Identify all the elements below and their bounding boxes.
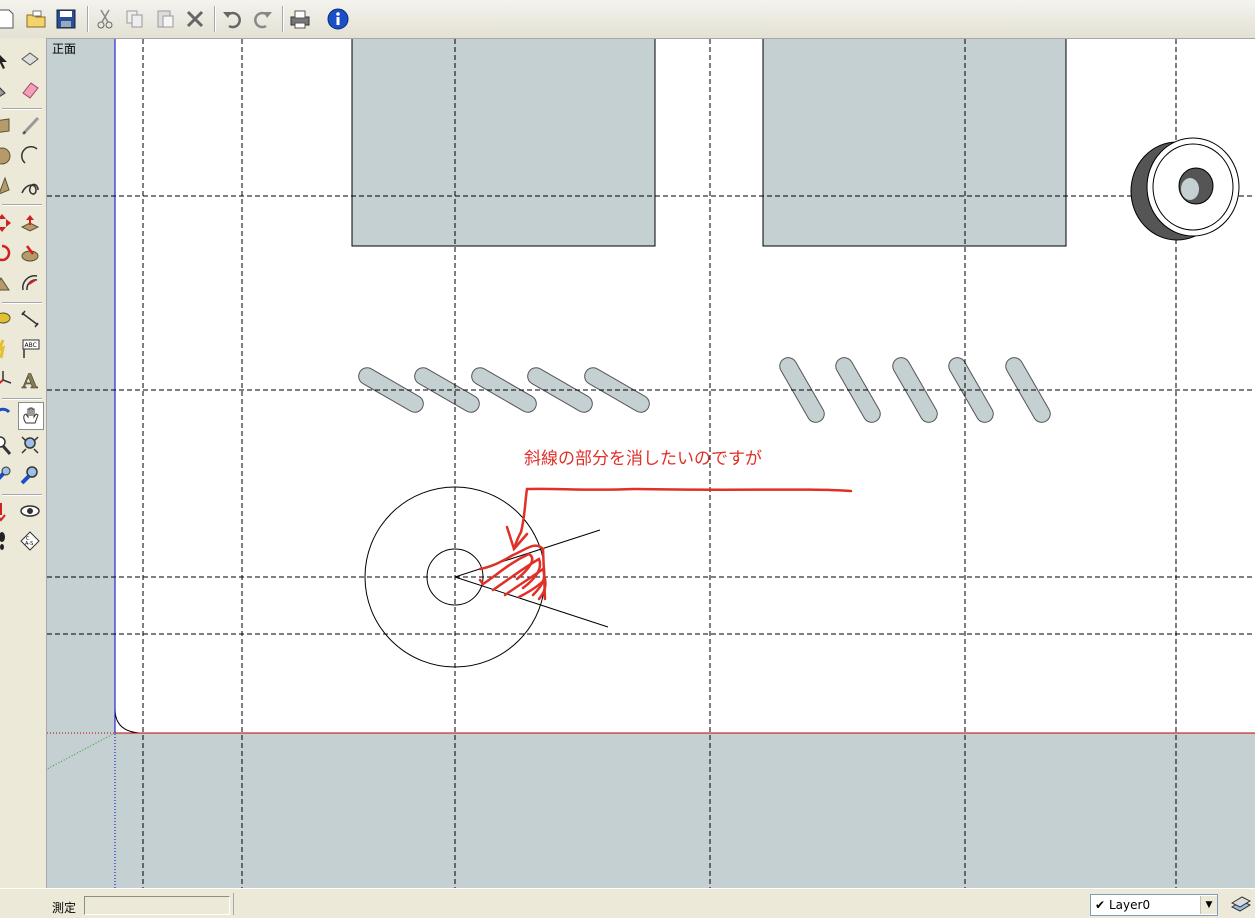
info-icon[interactable] bbox=[326, 7, 350, 31]
zoom-window-icon[interactable] bbox=[18, 432, 42, 458]
save-icon[interactable] bbox=[54, 7, 78, 31]
undo-icon[interactable] bbox=[220, 7, 244, 31]
offset-icon[interactable] bbox=[18, 270, 42, 296]
polygon-icon[interactable] bbox=[0, 173, 14, 199]
tools-toolbar: ABC A C A-S bbox=[0, 38, 47, 888]
status-divider bbox=[233, 893, 234, 915]
copy-icon[interactable] bbox=[123, 7, 147, 31]
drawing-viewport[interactable]: 正面 斜線の部分を消したいのですが bbox=[47, 39, 1255, 888]
arc-icon[interactable] bbox=[18, 143, 42, 169]
red-arrow bbox=[505, 487, 853, 552]
view-name-label: 正面 bbox=[52, 42, 77, 56]
toolbar-separator bbox=[282, 6, 284, 32]
layer-name: Layer0 bbox=[1109, 898, 1151, 912]
rectangle-icon[interactable] bbox=[0, 113, 14, 139]
layer-manager-icon[interactable] bbox=[1228, 893, 1252, 915]
status-bar: 測定 ✔ Layer0 ▼ bbox=[0, 888, 1255, 916]
svg-text:A: A bbox=[21, 369, 38, 390]
circle-icon[interactable] bbox=[0, 143, 14, 169]
select-icon[interactable] bbox=[0, 47, 14, 73]
toolbar-separator bbox=[2, 398, 42, 400]
tape-measure-icon[interactable] bbox=[0, 306, 14, 332]
line-icon[interactable] bbox=[18, 113, 42, 139]
scale-icon[interactable] bbox=[0, 270, 14, 296]
layer-dropdown[interactable]: ✔ Layer0 ▼ bbox=[1090, 894, 1218, 916]
follow-me-icon[interactable] bbox=[18, 240, 42, 266]
red-hatching bbox=[478, 544, 547, 601]
svg-text:ABC: ABC bbox=[25, 342, 37, 349]
walk-icon[interactable] bbox=[0, 528, 14, 554]
3d-text-icon[interactable]: A bbox=[18, 366, 42, 392]
toolbar-separator bbox=[2, 108, 42, 110]
toolbar-separator bbox=[2, 302, 42, 304]
paste-icon[interactable] bbox=[153, 7, 177, 31]
axes-icon[interactable] bbox=[0, 366, 14, 392]
protractor-icon[interactable] bbox=[0, 336, 14, 362]
previous-view-icon[interactable] bbox=[18, 462, 42, 488]
toolbar-separator bbox=[2, 494, 42, 496]
freehand-icon[interactable] bbox=[18, 173, 42, 199]
print-icon[interactable] bbox=[288, 7, 312, 31]
pan-icon[interactable] bbox=[18, 402, 44, 430]
open-folder-icon[interactable] bbox=[24, 7, 48, 31]
cylinder-component bbox=[1130, 137, 1240, 241]
toolbar-separator bbox=[214, 6, 216, 32]
cut-icon[interactable] bbox=[93, 7, 117, 31]
zoom-extents-icon[interactable] bbox=[0, 462, 14, 488]
dimension-icon[interactable] bbox=[18, 306, 42, 332]
text-icon[interactable]: ABC bbox=[18, 336, 42, 362]
annotation-text: 斜線の部分を消したいのですが bbox=[524, 449, 762, 469]
measure-input[interactable] bbox=[84, 896, 230, 915]
bottom-face bbox=[47, 733, 1255, 888]
make-component-icon[interactable] bbox=[18, 47, 42, 73]
toolbar-separator bbox=[87, 6, 89, 32]
section-plane-icon[interactable]: C A-S bbox=[18, 528, 42, 554]
rectangle-left bbox=[351, 39, 656, 247]
chevron-down-icon[interactable]: ▼ bbox=[1200, 896, 1217, 914]
rotate-icon[interactable] bbox=[0, 240, 14, 266]
outline-edge bbox=[114, 39, 1255, 734]
redo-icon[interactable] bbox=[251, 7, 275, 31]
svg-text:A-S: A-S bbox=[25, 541, 33, 547]
orbit-icon[interactable] bbox=[0, 402, 14, 428]
move-icon[interactable] bbox=[0, 210, 14, 236]
look-around-icon[interactable] bbox=[18, 498, 42, 524]
push-pull-icon[interactable] bbox=[18, 210, 42, 236]
layer-visible-check: ✔ bbox=[1094, 898, 1106, 912]
new-file-icon[interactable] bbox=[0, 7, 18, 31]
delete-icon[interactable] bbox=[183, 7, 207, 31]
measure-label: 測定 bbox=[52, 901, 77, 915]
toolbar-separator bbox=[2, 204, 42, 206]
zoom-icon[interactable] bbox=[0, 432, 14, 458]
paint-bucket-icon[interactable] bbox=[0, 77, 14, 103]
eraser-icon[interactable] bbox=[18, 77, 42, 103]
main-toolbar bbox=[0, 0, 1255, 39]
rectangle-right bbox=[762, 39, 1067, 247]
position-camera-icon[interactable] bbox=[0, 498, 14, 524]
